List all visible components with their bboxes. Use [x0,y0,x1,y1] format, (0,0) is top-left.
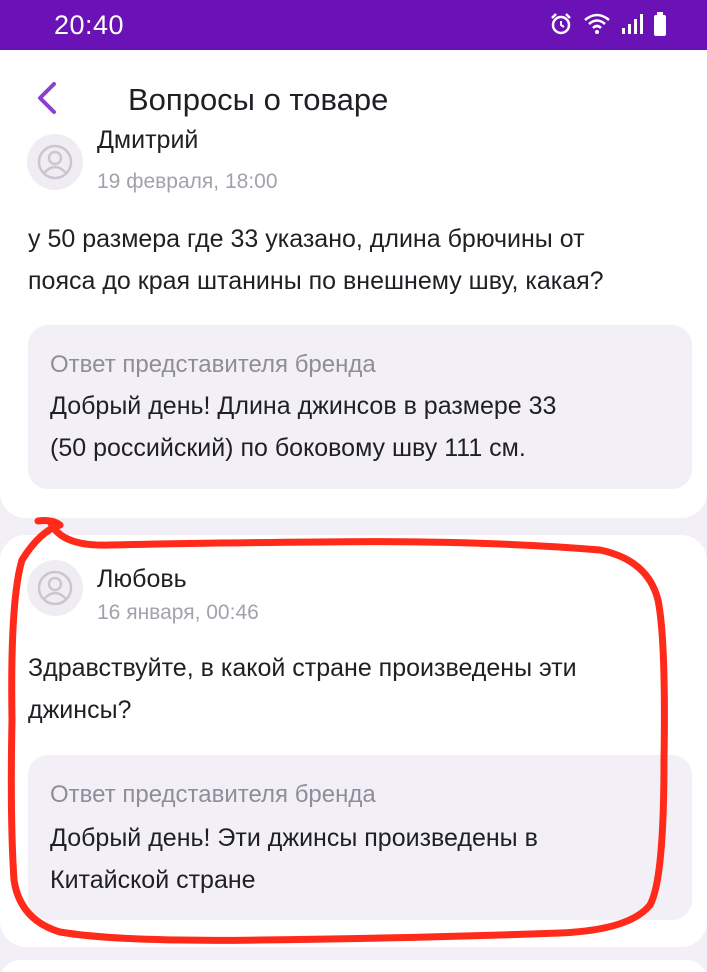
avatar [27,560,83,616]
battery-icon [654,12,666,36]
brand-answer: Ответ представителя бренда Добрый день! … [28,325,692,489]
status-time: 20:40 [54,10,125,40]
question-author: Любовь [97,565,187,593]
question-text-line: Здравствуйте, в какой стране произведены… [28,654,577,682]
answer-label: Ответ представителя бренда [50,781,376,808]
user-icon [37,570,73,606]
question-text-line: пояса до края штанины по внешнему шву, к… [28,267,604,295]
back-button[interactable] [30,78,64,118]
question-date: 19 февраля, 18:00 [97,170,278,193]
answer-text-line: Китайской стране [50,866,256,894]
status-bar: 20:40 [0,0,707,50]
page-title: Вопросы о товаре [128,82,389,117]
question-card-next [0,960,707,972]
answer-label: Ответ представителя бренда [50,351,376,378]
wifi-icon [584,13,610,34]
question-date: 16 января, 00:46 [97,601,259,624]
question-author: Дмитрий [97,126,199,154]
answer-text: Добрый день! Эти джинсы произведены в Ки… [50,817,670,901]
signal-icon [622,14,643,34]
status-icons [549,12,667,36]
chevron-left-icon [38,82,56,114]
brand-answer: Ответ представителя бренда Добрый день! … [28,755,692,920]
alarm-icon [551,13,571,35]
answer-text: Добрый день! Длина джинсов в размере 33 … [50,385,670,469]
question-card: Любовь 16 января, 00:46 Здравствуйте, в … [0,535,707,947]
answer-text-line: Добрый день! Эти джинсы произведены в [50,824,538,852]
question-text: у 50 размера где 33 указано, длина брючи… [28,218,688,302]
user-icon [37,144,73,180]
avatar [27,134,83,190]
answer-text-line: (50 российский) по боковому шву 111 см. [50,434,526,462]
question-text: Здравствуйте, в какой стране произведены… [28,647,688,731]
answer-text-line: Добрый день! Длина джинсов в размере 33 [50,392,557,420]
question-text-line: джинсы? [28,696,132,724]
question-card: Дмитрий 19 февраля, 18:00 у 50 размера г… [0,126,707,518]
question-text-line: у 50 размера где 33 указано, длина брючи… [28,225,585,253]
